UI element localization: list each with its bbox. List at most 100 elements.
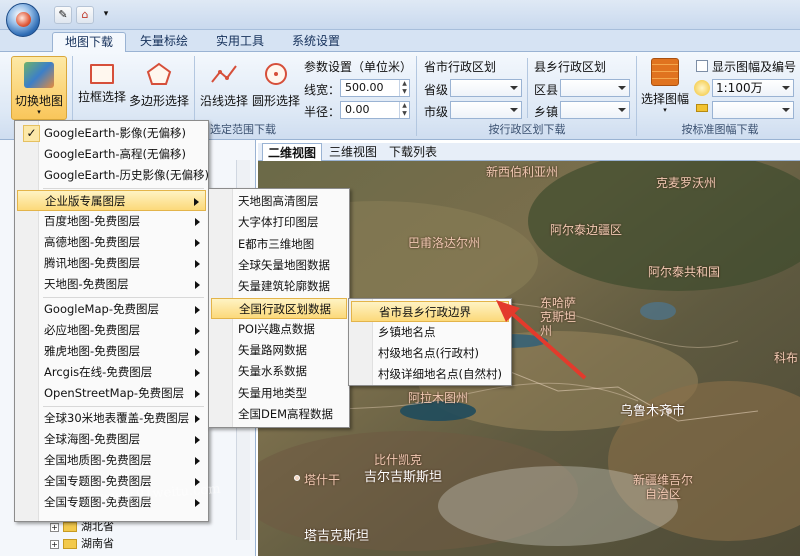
tree-item-hunan[interactable]: + 湖南省	[50, 536, 114, 552]
switch-map-menu-item[interactable]: ✓ GoogleEarth-影像(无偏移)	[17, 123, 206, 144]
tab-download-list[interactable]: 下载列表	[384, 143, 442, 161]
town-select[interactable]	[560, 101, 630, 119]
switch-map-menu-item[interactable]: OpenStreetMap-免费图层	[17, 383, 206, 404]
scale-select[interactable]: 1:100万	[712, 79, 794, 97]
submenu-arrow-icon	[195, 390, 200, 399]
switch-map-menu-item-label: 百度地图-免费图层	[44, 213, 141, 228]
switch-map-menu-item-label: 全国地质图-免费图层	[44, 453, 152, 467]
city-select[interactable]	[450, 101, 522, 119]
switch-map-menu-item[interactable]: GoogleMap-免费图层	[17, 299, 206, 320]
title-bar	[0, 0, 800, 30]
enterprise-layer-item[interactable]: 矢量路网数据	[211, 340, 347, 361]
circle-select-button[interactable]: 圆形选择	[250, 60, 302, 109]
circle-select-label: 圆形选择	[251, 94, 300, 108]
admin-division-item-label: 村级详细地名点(自然村)	[378, 367, 502, 381]
switch-map-menu-item[interactable]: 百度地图-免费图层	[17, 211, 206, 232]
quick-access-save-icon[interactable]: ✎	[54, 6, 72, 24]
enterprise-layer-item-label: E都市三维地图	[238, 236, 315, 251]
admin-division-item[interactable]: 省市县乡行政边界	[351, 301, 509, 322]
switch-map-button[interactable]: 切换地图 ▾	[11, 56, 67, 120]
switch-map-menu-item[interactable]: GoogleEarth-历史影像(无偏移)	[17, 165, 209, 186]
map-label: 巴甫洛达尔州	[408, 236, 481, 250]
switch-map-menu-item[interactable]: 必应地图-免费图层	[17, 320, 206, 341]
spinner-arrows-icon[interactable]: ▲ ▼	[399, 102, 409, 118]
tab-map-download[interactable]: 地图下载	[52, 32, 127, 52]
map-label: 阿尔泰边疆区	[550, 223, 623, 237]
county-label: 区县	[534, 83, 559, 97]
enterprise-layer-item[interactable]: 大字体打印图层	[211, 212, 347, 233]
map-label: 克麦罗沃州	[656, 176, 717, 190]
quick-access-home-icon[interactable]: ⌂	[76, 6, 94, 24]
line-width-input[interactable]: 500.00 ▲ ▼	[340, 79, 410, 97]
chevron-down-icon	[618, 86, 626, 90]
switch-map-menu-item[interactable]: 全球30米地表覆盖-免费图层	[17, 408, 206, 429]
menu-separator	[43, 405, 204, 407]
map-label: 科布	[774, 351, 799, 365]
enterprise-layer-item-label: 天地图高清图层	[238, 194, 319, 208]
admin-division-submenu: 省市县乡行政边界 乡镇地名点村级地名点(行政村) 村级详细地名点(自然村)	[348, 298, 512, 386]
admin-division-item[interactable]: 村级详细地名点(自然村)	[351, 364, 509, 385]
sheet-number-select[interactable]	[712, 101, 794, 119]
switch-map-menu-item-label: 全国专题图-免费图层	[44, 474, 152, 489]
show-sheet-checkbox[interactable]	[696, 60, 708, 72]
admin-division-item[interactable]: 村级地名点(行政村)	[351, 343, 509, 364]
submenu-arrow-icon	[195, 414, 200, 423]
admin-division-item-label: 省市县乡行政边界	[379, 305, 471, 319]
chevron-down-icon	[782, 86, 790, 90]
enterprise-layer-item-label: 全国DEM高程数据	[238, 407, 334, 421]
enterprise-layer-item[interactable]: 全球矢量地图数据	[211, 255, 347, 276]
switch-map-menu-item[interactable]: GoogleEarth-高程(无偏移)	[17, 144, 206, 165]
expand-icon[interactable]: +	[50, 539, 59, 549]
switch-map-menu-item[interactable]: 高德地图-免费图层	[17, 232, 206, 253]
enterprise-layer-item[interactable]: 天地图高清图层	[211, 191, 347, 212]
line-select-button[interactable]: 沿线选择	[198, 60, 250, 109]
tab-2d-view[interactable]: 二维视图	[262, 143, 323, 161]
switch-map-menu-item[interactable]: 雅虎地图-免费图层	[17, 341, 206, 362]
line-width-label: 线宽：	[304, 83, 341, 97]
switch-map-menu-item[interactable]: 全球海图-免费图层	[17, 429, 206, 450]
spinner-arrows-icon[interactable]: ▲ ▼	[399, 80, 409, 96]
enterprise-layer-item[interactable]: E都市三维地图	[211, 234, 347, 255]
group-select-range-label: 选定范围下载	[210, 123, 276, 136]
admin-division-item[interactable]: 乡镇地名点	[351, 322, 509, 343]
admin-division-item-label: 乡镇地名点	[378, 325, 436, 339]
county-select[interactable]	[560, 79, 630, 97]
rect-select-button[interactable]: 拉框选择	[76, 60, 128, 105]
enterprise-layer-submenu: 天地图高清图层大字体打印图层 E都市三维地图 全球矢量地图数据矢量建筑轮廓数据 全国行…	[208, 188, 350, 428]
enterprise-layer-item[interactable]: 全国行政区划数据	[211, 297, 347, 319]
app-menu-button[interactable]	[6, 3, 40, 37]
enterprise-layer-item[interactable]: 矢量水系数据	[211, 361, 347, 382]
enterprise-layer-item-label: 矢量水系数据	[238, 364, 307, 379]
enterprise-layer-item[interactable]: 矢量建筑轮廓数据	[211, 276, 347, 297]
province-select[interactable]	[450, 79, 522, 97]
tab-utilities[interactable]: 实用工具	[204, 32, 276, 52]
submenu-arrow-icon	[195, 369, 200, 378]
map-label: 吉尔吉斯斯坦	[364, 470, 443, 485]
grid-sheet-icon	[651, 58, 679, 86]
submenu-arrow-icon	[195, 281, 200, 290]
pointer-arrow-icon	[496, 300, 587, 380]
quick-access-dropdown-icon[interactable]: ▾	[100, 6, 112, 24]
enterprise-layer-item[interactable]: 全国DEM高程数据	[211, 404, 347, 425]
tab-settings[interactable]: 系统设置	[280, 32, 352, 52]
switch-map-menu-item[interactable]: 企业版专属图层	[17, 189, 206, 211]
enterprise-layer-item-label: 矢量用地类型	[238, 385, 307, 400]
switch-map-menu-item-label: 高德地图-免费图层	[44, 235, 141, 249]
ribbon-separator	[527, 58, 528, 118]
enterprise-layer-item-label: 全球矢量地图数据	[238, 257, 330, 272]
expand-icon[interactable]: +	[50, 522, 59, 532]
enterprise-layer-item[interactable]: POI兴趣点数据	[211, 319, 347, 340]
select-sheet-button[interactable]: 选择图幅 ▾	[640, 58, 690, 114]
tab-3d-view[interactable]: 三维视图	[324, 143, 382, 161]
radius-input[interactable]: 0.00 ▲ ▼	[340, 101, 410, 119]
switch-map-menu-item[interactable]: 全国地质图-免费图层	[17, 450, 206, 471]
switch-map-menu-item[interactable]: 腾讯地图-免费图层	[17, 253, 206, 274]
switch-map-menu-item[interactable]: Arcgis在线-免费图层	[17, 362, 206, 383]
enterprise-layer-item-label: POI兴趣点数据	[238, 321, 315, 336]
switch-map-menu-item[interactable]: 天地图-免费图层	[17, 274, 206, 295]
submenu-arrow-icon	[195, 348, 200, 356]
tab-vector-plot[interactable]: 矢量标绘	[128, 32, 200, 52]
enterprise-layer-item[interactable]: 矢量用地类型	[211, 383, 347, 404]
switch-map-menu-item-label: 企业版专属图层	[45, 193, 126, 208]
polygon-select-button[interactable]: 多边形选择	[128, 60, 190, 109]
